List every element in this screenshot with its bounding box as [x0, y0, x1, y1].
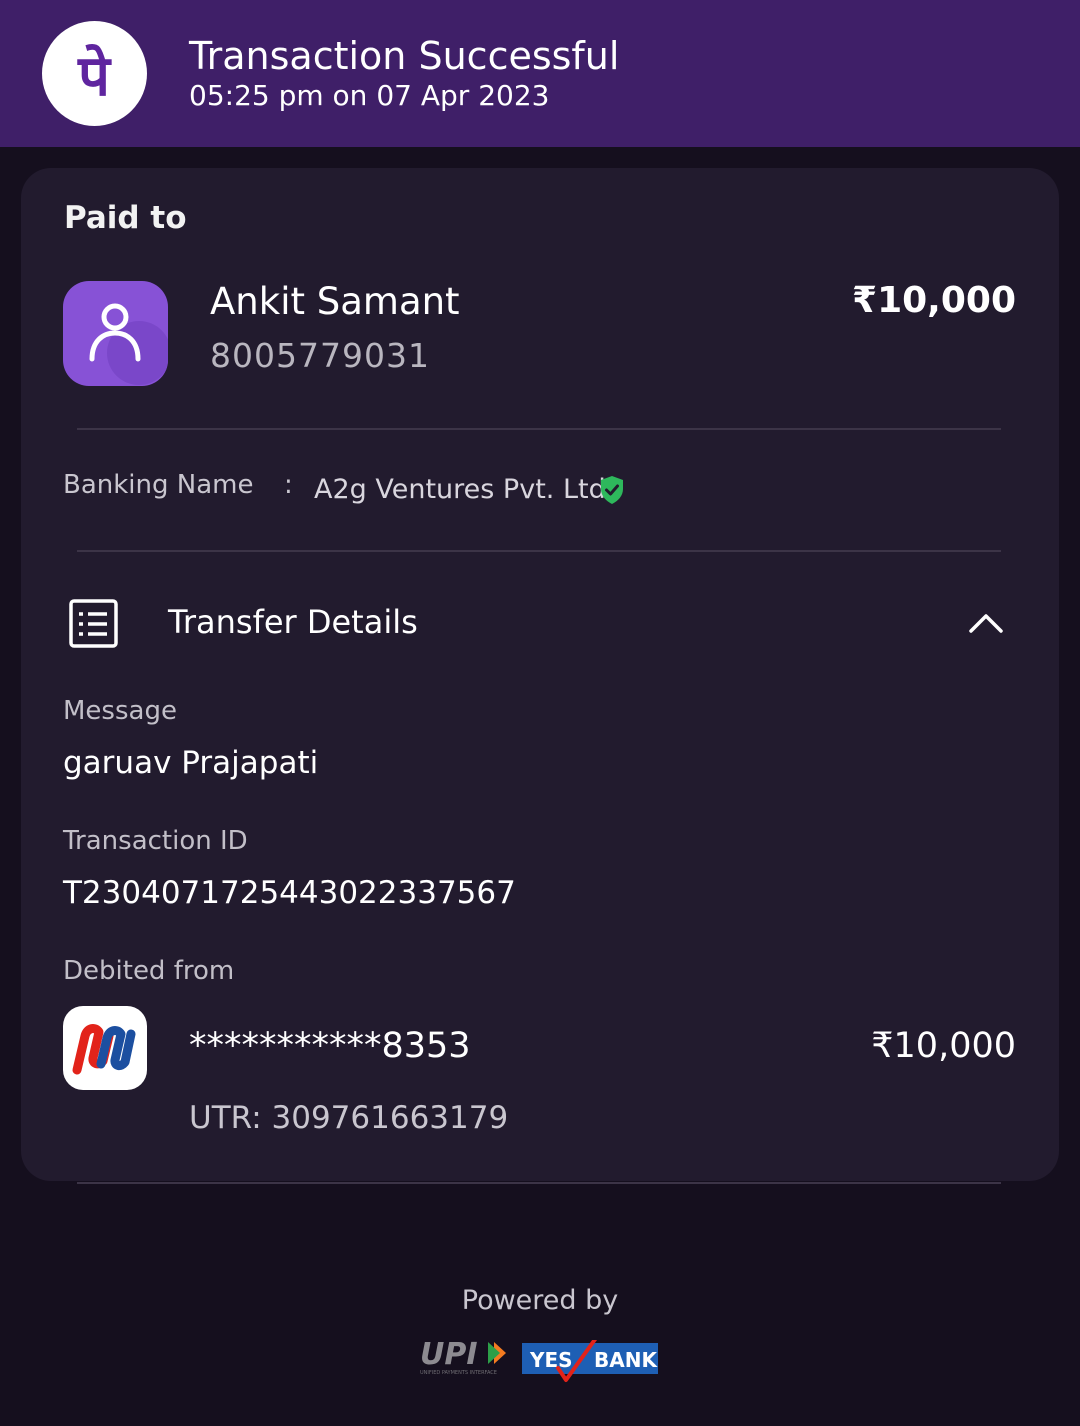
paid-amount: ₹10,000 [852, 280, 1016, 321]
divider [77, 550, 1001, 552]
debit-amount: ₹10,000 [871, 1026, 1016, 1066]
receipt-list-icon [69, 599, 119, 653]
divider [77, 428, 1001, 430]
upi-tagline: UNIFIED PAYMENTS INTERFACE [420, 1370, 497, 1376]
phonepe-logo-glyph: पे [77, 43, 112, 109]
divider [77, 1182, 1001, 1184]
debited-from-label: Debited from [63, 956, 235, 986]
yes-bank-logo-icon: YES BANK [522, 1336, 660, 1388]
yes-bank-word-yes: YES [529, 1348, 573, 1372]
union-bank-logo-icon [63, 1006, 147, 1090]
transaction-datetime: 05:25 pm on 07 Apr 2023 [189, 79, 550, 112]
transfer-details-title[interactable]: Transfer Details [168, 603, 418, 641]
banking-name-label: Banking Name [63, 470, 254, 500]
phonepe-logo-icon: पे [42, 21, 147, 126]
verified-shield-icon [599, 475, 625, 509]
banking-name-separator: : [284, 470, 293, 500]
chevron-up-icon[interactable] [966, 608, 1006, 642]
banking-name-value: A2g Ventures Pvt. Ltd. [314, 474, 615, 505]
account-masked: ***********8353 [189, 1026, 471, 1066]
paid-to-label: Paid to [64, 200, 187, 236]
utr-number[interactable]: UTR: 309761663179 [189, 1100, 508, 1136]
transaction-card: Paid to Ankit Samant 8005779031 ₹10,000 … [21, 168, 1059, 1181]
payee-name: Ankit Samant [210, 280, 460, 323]
payee-phone: 8005779031 [210, 336, 430, 375]
transaction-header: पे Transaction Successful 05:25 pm on 07… [0, 0, 1080, 147]
transaction-id-value[interactable]: T2304071725443022337567 [63, 875, 516, 911]
header-title: Transaction Successful [189, 34, 620, 78]
transaction-id-label: Transaction ID [63, 826, 248, 856]
message-label: Message [63, 696, 177, 726]
upi-logo-icon: UPI UNIFIED PAYMENTS INTERFACE [418, 1334, 518, 1382]
person-icon[interactable] [63, 281, 168, 386]
upi-logo-text: UPI [420, 1337, 478, 1372]
message-value: garuav Prajapati [63, 745, 319, 781]
powered-by-label: Powered by [461, 1285, 619, 1316]
yes-bank-word-bank: BANK [594, 1348, 658, 1372]
